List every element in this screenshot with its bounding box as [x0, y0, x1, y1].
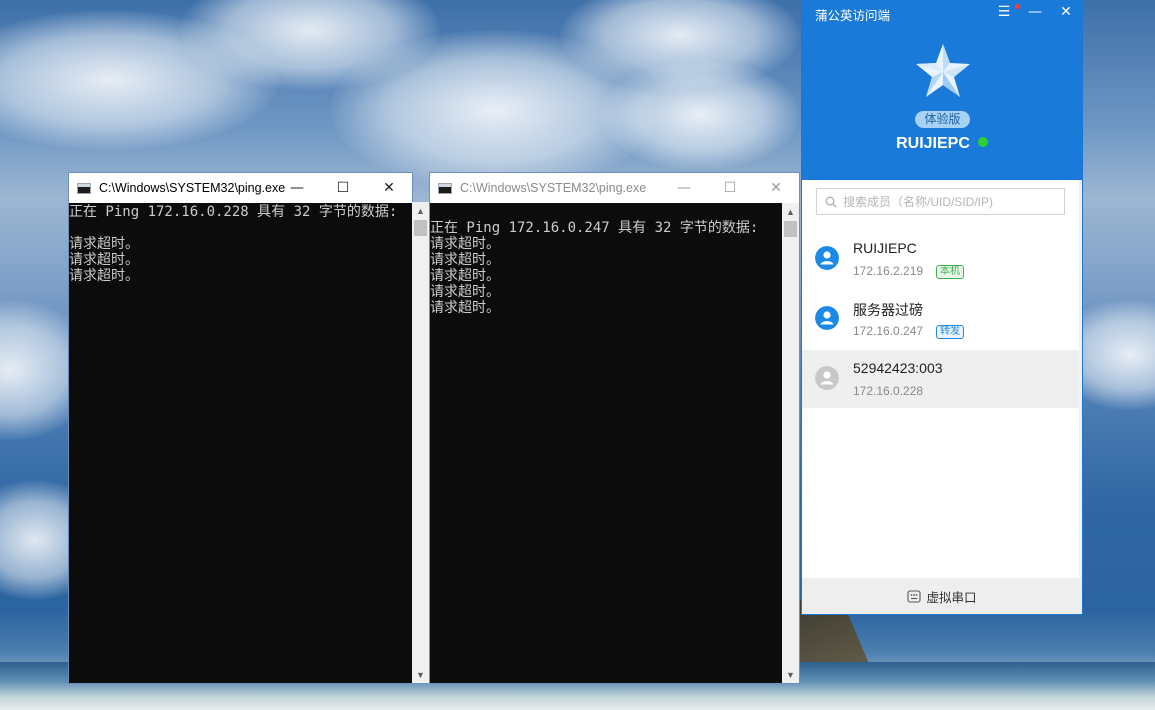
minimize-button[interactable]: —	[661, 173, 707, 203]
member-item[interactable]: 服务器过磅 172.16.0.247 转发	[802, 290, 1079, 348]
notification-dot	[1015, 4, 1020, 9]
user-avatar-icon	[815, 366, 839, 390]
console-output[interactable]: 正在 Ping 172.16.0.228 具有 32 字节的数据: 请求超时。 请求…	[69, 203, 398, 683]
console-icon	[77, 182, 91, 194]
hostname: RUIJIEPC	[896, 135, 970, 152]
console-line: 请求超时。	[69, 252, 139, 268]
maximize-button[interactable]: ☐	[320, 173, 366, 203]
user-avatar-icon	[815, 306, 839, 330]
console-line: 请求超时。	[430, 284, 500, 300]
console-line: 请求超时。	[69, 268, 139, 284]
console-line: 请求超时。	[430, 300, 500, 316]
scroll-down-arrow-icon[interactable]: ▼	[412, 666, 429, 683]
member-search[interactable]	[816, 188, 1065, 215]
minimize-button[interactable]: —	[274, 173, 320, 203]
close-button[interactable]: ✕	[753, 173, 799, 203]
member-ip: 172.16.0.247	[853, 324, 924, 338]
ping-window-1[interactable]: C:\Windows\SYSTEM32\ping.exe — ☐ ✕ 正在 Pi…	[68, 172, 413, 684]
member-ip: 172.16.2.219	[853, 264, 924, 278]
window-title: C:\Windows\SYSTEM32\ping.exe	[99, 181, 286, 195]
visitor-app-window[interactable]: 蒲公英访问端 ☰ — ✕ 体验版 RUIJIEPC RUIJIEP	[802, 0, 1082, 614]
console-line: 正在 Ping 172.16.0.247 具有 32 字节的数据:	[430, 220, 759, 236]
ping-window-2[interactable]: C:\Windows\SYSTEM32\ping.exe — ☐ ✕ 正在 Pi…	[429, 172, 800, 684]
ping-window-1-titlebar[interactable]: C:\Windows\SYSTEM32\ping.exe — ☐ ✕	[69, 173, 412, 203]
star-logo-icon	[916, 44, 970, 97]
hostname-row: RUIJIEPC	[802, 135, 1082, 153]
app-header: 蒲公英访问端 ☰ — ✕ 体验版 RUIJIEPC	[802, 0, 1082, 180]
search-input[interactable]	[841, 193, 1055, 210]
serial-port-icon	[907, 589, 922, 603]
member-list-scrollbar[interactable]	[1079, 180, 1082, 578]
menu-icon[interactable]: ☰	[992, 2, 1016, 22]
minimize-button[interactable]: —	[1023, 2, 1047, 22]
member-ip: 172.16.0.228	[853, 384, 924, 398]
close-button[interactable]: ✕	[366, 173, 412, 203]
maximize-button[interactable]: ☐	[707, 173, 753, 203]
member-name: 服务器过磅	[853, 302, 923, 318]
ping-window-2-titlebar[interactable]: C:\Windows\SYSTEM32\ping.exe — ☐ ✕	[430, 173, 799, 203]
console-line: 请求超时。	[69, 236, 139, 252]
footer-label: 虚拟串口	[926, 590, 977, 605]
console-line: 请求超时。	[430, 252, 500, 268]
user-avatar-icon	[815, 246, 839, 270]
scrollbar-thumb[interactable]	[784, 221, 797, 237]
app-title: 蒲公英访问端	[815, 9, 891, 23]
console-output[interactable]: 正在 Ping 172.16.0.247 具有 32 字节的数据: 请求超时。 请求…	[430, 203, 782, 683]
scroll-up-arrow-icon[interactable]: ▲	[412, 202, 429, 219]
self-tag: 本机	[936, 265, 964, 279]
scroll-down-arrow-icon[interactable]: ▼	[782, 666, 799, 683]
vertical-scrollbar[interactable]: ▲ ▼	[782, 203, 799, 683]
edition-badge: 体验版	[915, 111, 970, 128]
window-1-scrollbar[interactable]: ▲ ▼	[412, 202, 429, 683]
console-line: 请求超时。	[430, 268, 500, 284]
console-line: 正在 Ping 172.16.0.228 具有 32 字节的数据:	[69, 204, 398, 220]
close-button[interactable]: ✕	[1054, 2, 1078, 22]
member-item[interactable]: RUIJIEPC 172.16.2.219 本机	[802, 230, 1079, 288]
online-status-icon	[977, 137, 988, 147]
console-icon	[438, 182, 452, 194]
scrollbar-thumb[interactable]	[414, 220, 427, 236]
member-name: 52942423:003	[853, 360, 943, 376]
scroll-up-arrow-icon[interactable]: ▲	[782, 203, 799, 220]
member-item[interactable]: 52942423:003 172.16.0.228	[802, 350, 1079, 408]
console-line: 请求超时。	[430, 236, 500, 252]
virtual-serial-port-button[interactable]: 虚拟串口	[802, 578, 1082, 614]
window-title: C:\Windows\SYSTEM32\ping.exe	[460, 181, 647, 195]
search-icon	[825, 196, 837, 207]
member-name: RUIJIEPC	[853, 240, 917, 256]
relay-tag: 转发	[936, 325, 964, 339]
